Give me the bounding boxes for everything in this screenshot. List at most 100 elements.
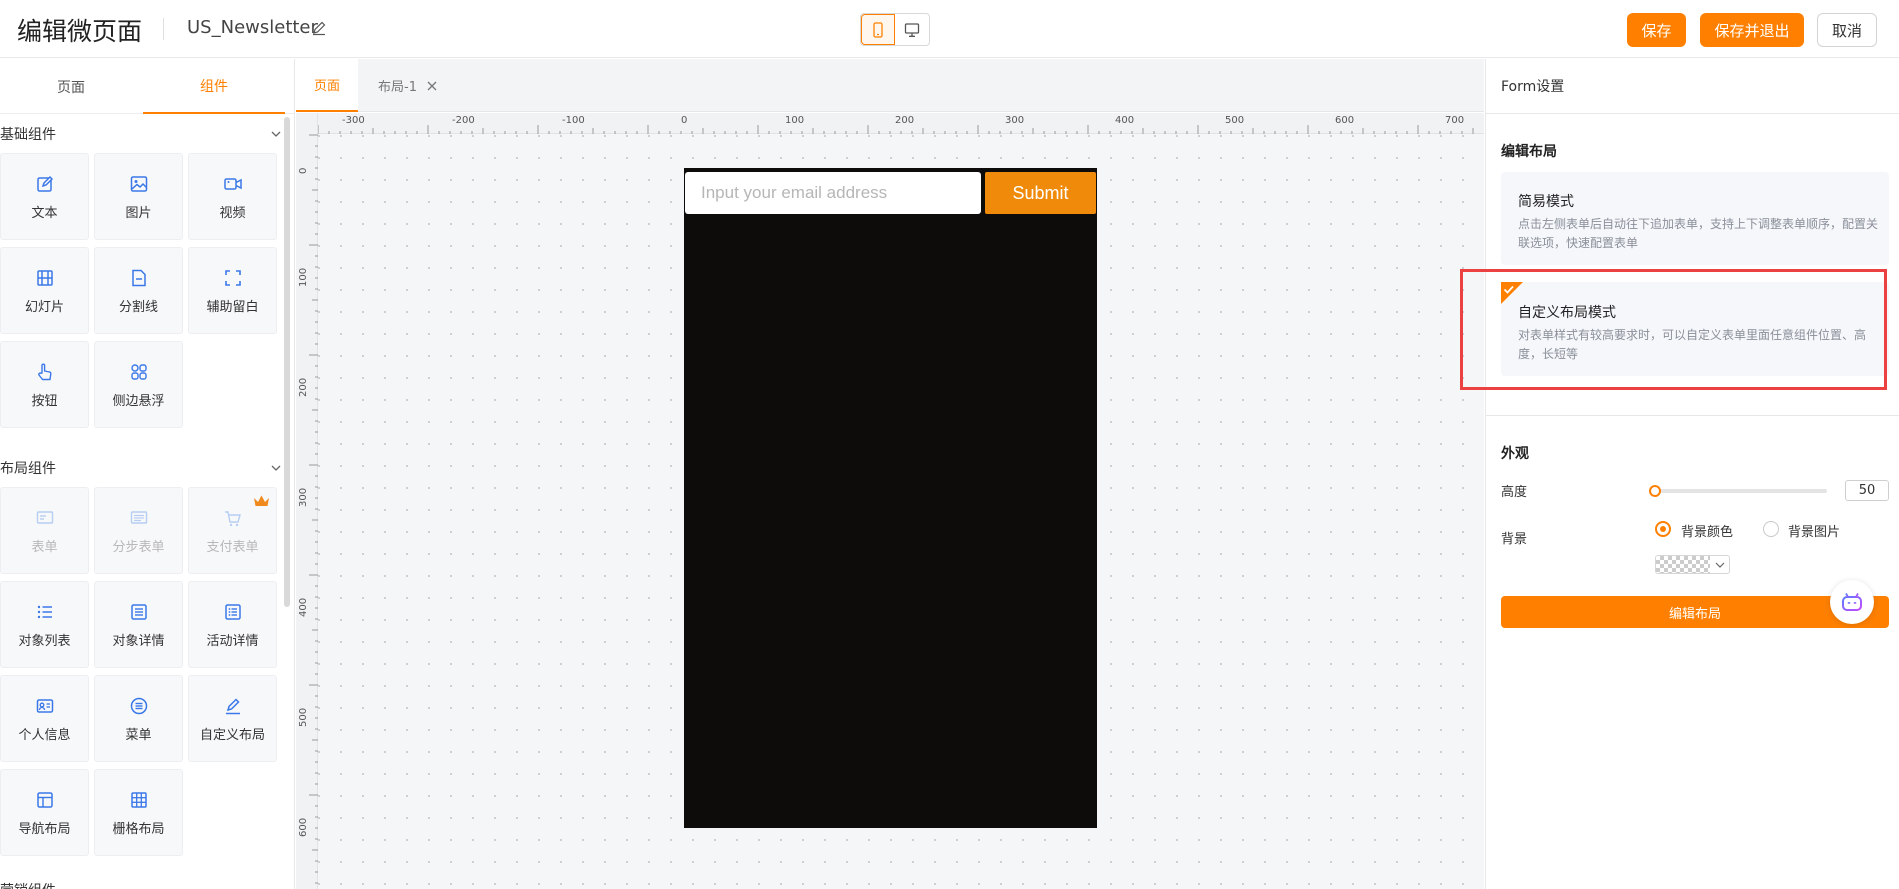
bg-color-radio[interactable] <box>1655 521 1671 537</box>
ruler-label: 0 <box>681 115 688 126</box>
component-divider[interactable]: 分割线 <box>94 247 183 334</box>
ai-assistant-button[interactable] <box>1830 580 1874 624</box>
component-label: 侧边悬浮 <box>112 394 165 409</box>
custom-mode-desc: 对表单样式有较高要求时，可以自定义表单里面任意组件位置、高度，长短等 <box>1518 328 1867 361</box>
component-label: 对象列表 <box>18 634 71 649</box>
save-and-exit-button[interactable]: 保存并退出 <box>1700 13 1804 47</box>
component-video[interactable]: 视频 <box>188 153 277 240</box>
component-personal-info[interactable]: 个人信息 <box>0 675 89 762</box>
selected-check-icon <box>1501 282 1523 304</box>
tab-page[interactable]: 页面 <box>0 59 142 114</box>
bg-color-label[interactable]: 背景颜色 <box>1681 521 1733 540</box>
tab-components[interactable]: 组件 <box>143 59 285 114</box>
component-menu[interactable]: 菜单 <box>94 675 183 762</box>
mobile-view-button[interactable] <box>861 14 896 45</box>
image-icon <box>130 176 148 192</box>
horizontal-ruler: -300 -200 -100 0 100 200 300 400 500 600… <box>296 113 1484 134</box>
ruler-label: 500 <box>298 707 309 727</box>
component-slideshow[interactable]: 幻灯片 <box>0 247 89 334</box>
component-image[interactable]: 图片 <box>94 153 183 240</box>
simple-mode-option[interactable]: 简易模式 点击左侧表单后自动往下追加表单，支持上下调整表单顺序，配置关联选项，快… <box>1501 172 1889 265</box>
file-name: US_Newsletter <box>187 17 318 38</box>
marketing-section-title[interactable]: 营销组件 <box>0 880 56 889</box>
ruler-label: 600 <box>1335 115 1355 126</box>
ruler-label: 0 <box>298 167 309 174</box>
desktop-view-button[interactable] <box>895 14 929 45</box>
tab-canvas-page[interactable]: 页面 <box>296 59 358 112</box>
ruler-label: 700 <box>1445 115 1465 126</box>
video-icon <box>224 178 242 190</box>
tab-layout-1[interactable]: 布局-1 <box>378 59 439 112</box>
ruler-label: 400 <box>1115 115 1135 126</box>
chevron-down-icon <box>271 465 281 471</box>
bg-image-radio[interactable] <box>1763 521 1779 537</box>
custom-layout-mode-option[interactable]: 自定义布局模式 对表单样式有较高要求时，可以自定义表单里面任意组件位置、高度，长… <box>1501 282 1889 376</box>
basic-section-title: 基础组件 <box>0 127 56 143</box>
canvas-tab-bar: 页面 布局-1 <box>296 59 1484 112</box>
document-icon <box>132 269 146 287</box>
page-title: 编辑微页面 <box>17 17 143 46</box>
mobile-icon <box>873 21 883 38</box>
component-label: 对象详情 <box>112 634 165 649</box>
ruler-label: 200 <box>895 115 915 126</box>
component-label: 表单 <box>31 540 58 555</box>
form-icon <box>36 511 54 524</box>
bg-image-label[interactable]: 背景图片 <box>1788 521 1840 540</box>
component-object-detail[interactable]: 对象详情 <box>94 581 183 668</box>
chevron-down-icon <box>271 131 281 137</box>
ruler-label: 100 <box>298 267 309 287</box>
component-label: 幻灯片 <box>24 300 64 315</box>
save-button[interactable]: 保存 <box>1627 13 1686 47</box>
layout-section-title: 布局组件 <box>0 461 56 477</box>
id-card-icon <box>36 699 54 713</box>
component-label: 导航布局 <box>18 822 71 837</box>
component-event-detail[interactable]: 活动详情 <box>188 581 277 668</box>
cancel-button[interactable]: 取消 <box>1817 13 1877 47</box>
ruler-label: 300 <box>298 487 309 507</box>
title-divider <box>163 18 164 40</box>
component-spacer[interactable]: 辅助留白 <box>188 247 277 334</box>
component-side-float[interactable]: 侧边悬浮 <box>94 341 183 428</box>
edit-name-icon[interactable] <box>311 20 327 36</box>
height-label: 高度 <box>1501 485 1528 500</box>
left-scrollbar[interactable] <box>284 117 290 607</box>
component-button[interactable]: 按钮 <box>0 341 89 428</box>
close-icon[interactable] <box>425 79 439 93</box>
component-label: 栅格布局 <box>112 822 165 837</box>
page-preview[interactable]: Input your email address Submit <box>684 168 1097 828</box>
pointer-hand-icon <box>38 363 52 381</box>
ruler-label: 200 <box>298 377 309 397</box>
tab-layout-1-label: 布局-1 <box>378 80 417 95</box>
chevron-down-icon <box>1715 562 1725 568</box>
detail-icon <box>131 604 147 620</box>
height-input[interactable]: 50 <box>1845 480 1889 501</box>
layout-section-header[interactable]: 布局组件 <box>0 458 283 478</box>
submit-button[interactable]: Submit <box>985 172 1096 214</box>
basic-section-header[interactable]: 基础组件 <box>0 124 283 144</box>
component-object-list[interactable]: 对象列表 <box>0 581 89 668</box>
grid-layout-icon <box>131 792 147 808</box>
component-label: 视频 <box>219 206 246 221</box>
transparent-swatch <box>1656 556 1710 573</box>
component-text[interactable]: 文本 <box>0 153 89 240</box>
bg-color-picker[interactable] <box>1655 555 1730 574</box>
expand-corners-icon <box>225 270 241 286</box>
simple-mode-title: 简易模式 <box>1518 194 1574 210</box>
divider <box>1486 415 1899 416</box>
email-input[interactable]: Input your email address <box>685 172 981 214</box>
component-label: 辅助留白 <box>206 300 259 315</box>
custom-mode-title: 自定义布局模式 <box>1518 305 1616 321</box>
component-grid-layout[interactable]: 栅格布局 <box>94 769 183 856</box>
step-form-icon <box>130 511 148 524</box>
list-icon <box>37 605 52 619</box>
component-nav-layout[interactable]: 导航布局 <box>0 769 89 856</box>
layout-section-title: 编辑布局 <box>1501 144 1557 160</box>
crown-icon <box>254 495 269 506</box>
height-slider-handle[interactable] <box>1649 485 1661 497</box>
ruler-label: 400 <box>298 597 309 617</box>
design-canvas[interactable]: -300 -200 -100 0 100 200 300 400 500 600… <box>296 113 1484 889</box>
height-slider[interactable] <box>1654 489 1827 493</box>
component-label: 分步表单 <box>112 540 165 555</box>
film-icon <box>37 270 53 286</box>
component-custom-layout[interactable]: 自定义布局 <box>188 675 277 762</box>
